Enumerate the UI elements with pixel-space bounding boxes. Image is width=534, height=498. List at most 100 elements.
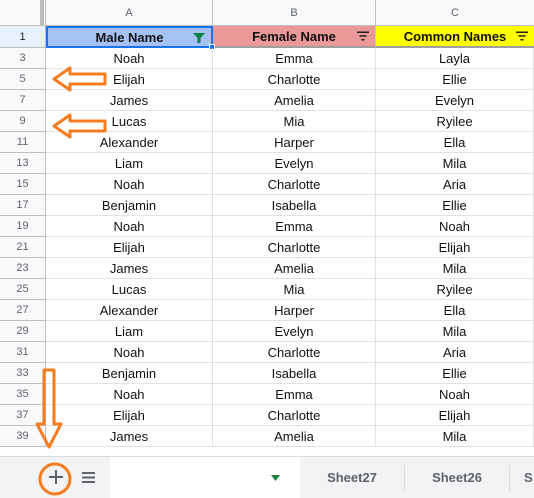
cell-a[interactable]: James — [46, 90, 213, 111]
caret-down-icon[interactable] — [271, 475, 280, 481]
filter-icon[interactable] — [516, 31, 528, 41]
cell-c[interactable]: Mila — [376, 153, 534, 174]
row-header[interactable]: 39 — [0, 426, 46, 447]
cell-b[interactable]: Charlotte — [213, 174, 376, 195]
cell-a[interactable]: Liam — [46, 153, 213, 174]
cell-b[interactable]: Charlotte — [213, 69, 376, 90]
cell-c[interactable]: Ellie — [376, 69, 534, 90]
header-cell-female-name[interactable]: Female Name — [213, 26, 376, 48]
row-header[interactable]: 29 — [0, 321, 46, 342]
row-header[interactable]: 13 — [0, 153, 46, 174]
cell-c[interactable]: Ella — [376, 132, 534, 153]
cell-a[interactable]: Benjamin — [46, 195, 213, 216]
cell-a[interactable]: Benjamin — [46, 363, 213, 384]
cell-a[interactable]: Noah — [46, 384, 213, 405]
cell-a[interactable]: Noah — [46, 216, 213, 237]
cell-a[interactable]: Elijah — [46, 69, 213, 90]
cell-c[interactable]: Aria — [376, 174, 534, 195]
row-header[interactable]: 23 — [0, 258, 46, 279]
cell-a[interactable]: Alexander — [46, 132, 213, 153]
cell-c[interactable]: Layla — [376, 48, 534, 69]
row-header[interactable]: 7 — [0, 90, 46, 111]
row-header[interactable]: 5 — [0, 69, 46, 90]
column-header-c[interactable]: C — [376, 0, 534, 26]
row-header[interactable]: 19 — [0, 216, 46, 237]
cell-b[interactable]: Charlotte — [213, 237, 376, 258]
cell-b[interactable]: Harper — [213, 300, 376, 321]
row-header[interactable]: 15 — [0, 174, 46, 195]
row-header[interactable]: 11 — [0, 132, 46, 153]
cell-c[interactable]: Mila — [376, 258, 534, 279]
row-header[interactable]: 27 — [0, 300, 46, 321]
cell-a[interactable]: Liam — [46, 321, 213, 342]
select-all-corner[interactable] — [0, 0, 46, 26]
cell-a[interactable]: Lucas — [46, 111, 213, 132]
row-header[interactable]: 9 — [0, 111, 46, 132]
cell-a[interactable]: Noah — [46, 174, 213, 195]
cell-b[interactable]: Charlotte — [213, 342, 376, 363]
cell-b[interactable]: Amelia — [213, 426, 376, 447]
cell-a[interactable]: Alexander — [46, 300, 213, 321]
tab-active-sheet[interactable] — [110, 457, 300, 498]
sheet-tab-bar: Sheet27 Sheet26 S — [0, 456, 534, 498]
cell-b[interactable]: Emma — [213, 216, 376, 237]
cell-a[interactable]: Elijah — [46, 405, 213, 426]
cell-c[interactable]: Noah — [376, 384, 534, 405]
column-header-a[interactable]: A — [46, 0, 213, 26]
row-header[interactable]: 3 — [0, 48, 46, 69]
row-header[interactable]: 31 — [0, 342, 46, 363]
cell-a[interactable]: James — [46, 426, 213, 447]
cell-b[interactable]: Emma — [213, 48, 376, 69]
cell-b[interactable]: Amelia — [213, 258, 376, 279]
cell-b[interactable]: Charlotte — [213, 405, 376, 426]
cell-c[interactable]: Ella — [376, 300, 534, 321]
row-header[interactable]: 21 — [0, 237, 46, 258]
cell-b[interactable]: Isabella — [213, 363, 376, 384]
cell-c[interactable]: Ellie — [376, 195, 534, 216]
cell-a[interactable]: Noah — [46, 48, 213, 69]
cell-c[interactable]: Elijah — [376, 405, 534, 426]
cell-a[interactable]: Noah — [46, 342, 213, 363]
cell-b[interactable]: Isabella — [213, 195, 376, 216]
header-label-male: Male Name — [95, 29, 164, 45]
add-sheet-button[interactable] — [42, 463, 70, 491]
cell-a[interactable]: Elijah — [46, 237, 213, 258]
tab-partial[interactable]: S — [510, 457, 534, 498]
cell-c[interactable]: Ryilee — [376, 111, 534, 132]
cell-b[interactable]: Evelyn — [213, 153, 376, 174]
cell-b[interactable]: Harper — [213, 132, 376, 153]
header-label-female: Female Name — [252, 28, 336, 44]
cell-b[interactable]: Amelia — [213, 90, 376, 111]
all-sheets-button[interactable] — [76, 463, 100, 491]
row-header[interactable]: 33 — [0, 363, 46, 384]
cell-a[interactable]: Lucas — [46, 279, 213, 300]
cell-c[interactable]: Aria — [376, 342, 534, 363]
row-header[interactable]: 17 — [0, 195, 46, 216]
cell-b[interactable]: Mia — [213, 279, 376, 300]
tab-sheet26[interactable]: Sheet26 — [405, 457, 509, 498]
cell-b[interactable]: Mia — [213, 111, 376, 132]
plus-icon — [49, 470, 63, 484]
spreadsheet-grid[interactable]: A B C 1 Male Name Female Name Common Nam… — [0, 0, 534, 456]
list-icon — [81, 471, 95, 483]
cell-c[interactable]: Mila — [376, 321, 534, 342]
tab-sheet27[interactable]: Sheet27 — [300, 457, 404, 498]
cell-b[interactable]: Emma — [213, 384, 376, 405]
cell-c[interactable]: Ellie — [376, 363, 534, 384]
header-cell-common-names[interactable]: Common Names — [376, 26, 534, 48]
row-header-1[interactable]: 1 — [0, 26, 46, 48]
row-header[interactable]: 37 — [0, 405, 46, 426]
column-header-b[interactable]: B — [213, 0, 376, 26]
cell-c[interactable]: Evelyn — [376, 90, 534, 111]
row-header[interactable]: 25 — [0, 279, 46, 300]
cell-c[interactable]: Mila — [376, 426, 534, 447]
filter-icon[interactable] — [357, 31, 369, 41]
header-cell-male-name[interactable]: Male Name — [46, 26, 213, 48]
row-header[interactable]: 35 — [0, 384, 46, 405]
filter-active-icon[interactable] — [193, 33, 205, 43]
cell-b[interactable]: Evelyn — [213, 321, 376, 342]
cell-c[interactable]: Noah — [376, 216, 534, 237]
cell-c[interactable]: Elijah — [376, 237, 534, 258]
cell-a[interactable]: James — [46, 258, 213, 279]
cell-c[interactable]: Ryilee — [376, 279, 534, 300]
